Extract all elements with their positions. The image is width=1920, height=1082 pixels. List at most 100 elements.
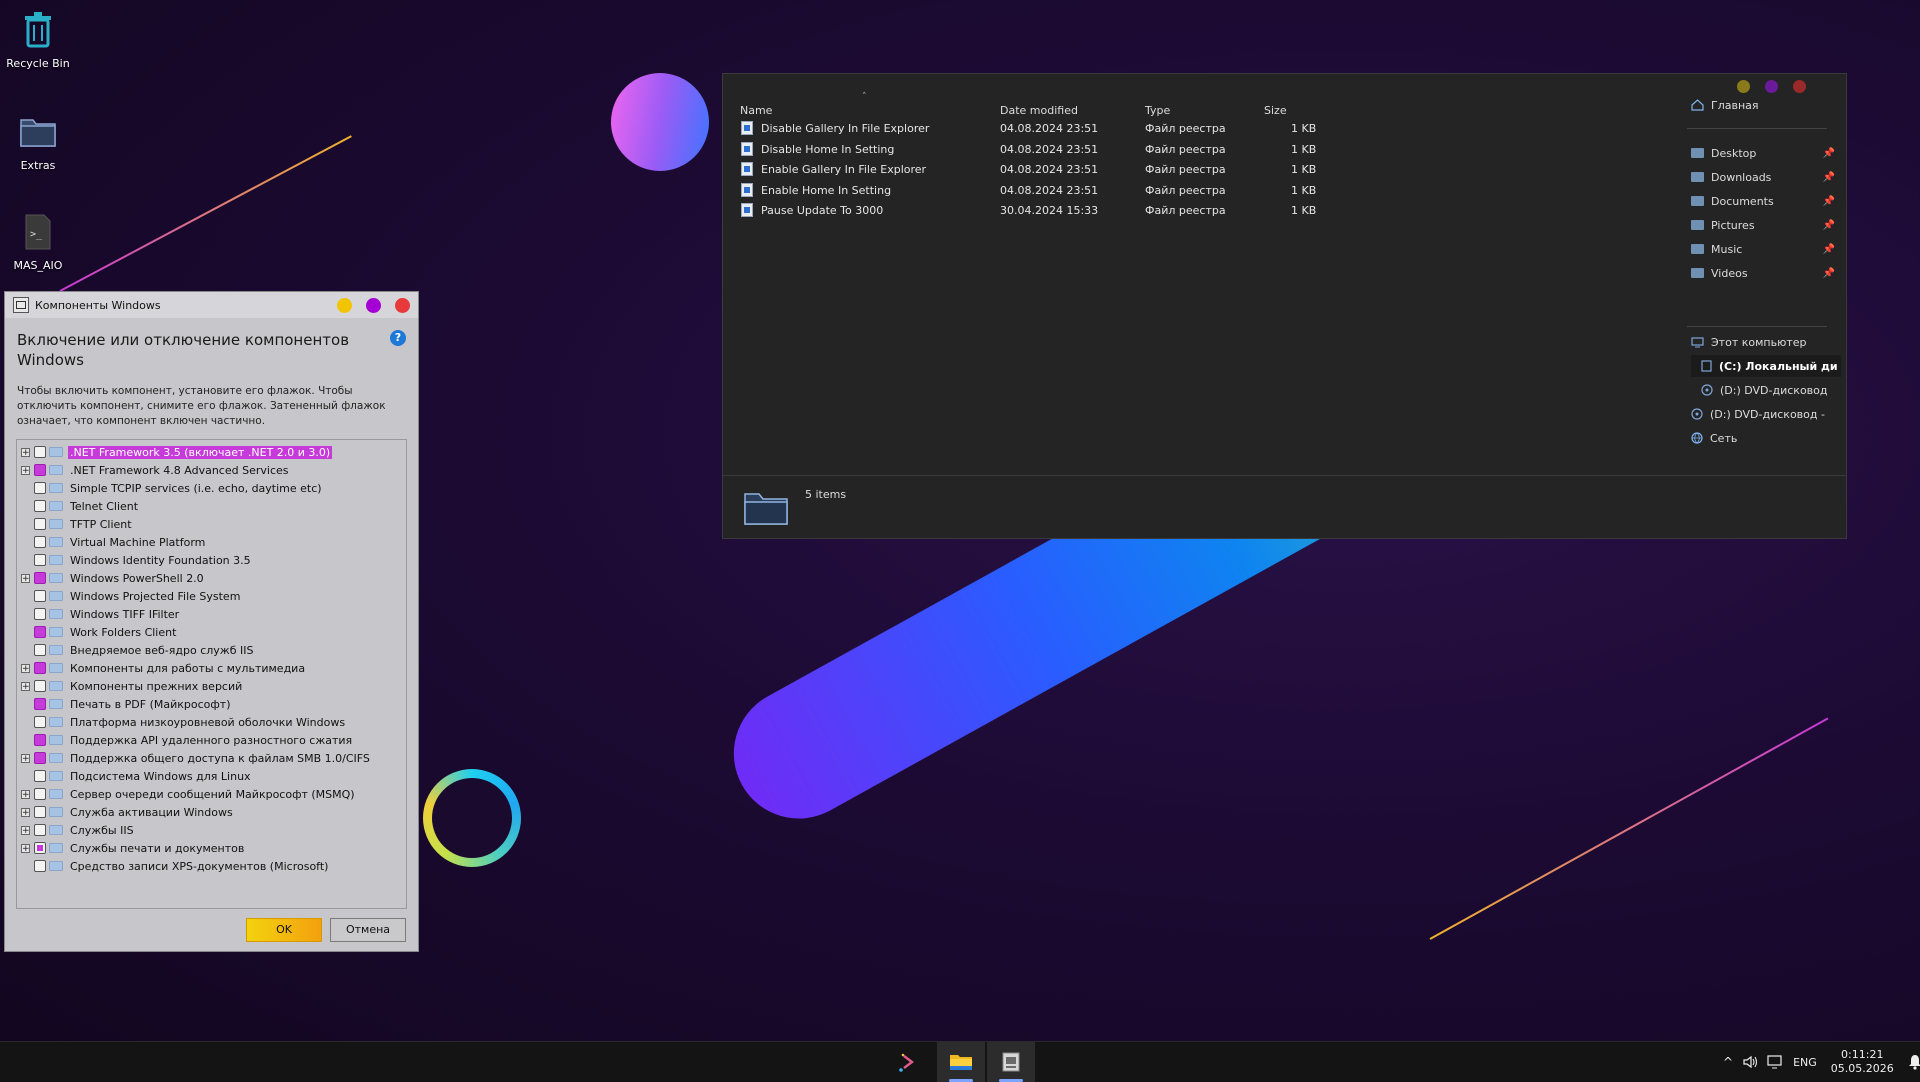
feature-row[interactable]: + Windows PowerShell 2.0 bbox=[17, 569, 406, 587]
feature-tree[interactable]: + .NET Framework 3.5 (включает .NET 2.0 и… bbox=[16, 439, 407, 909]
feature-row[interactable]: Внедряемое веб-ядро служб IIS bbox=[17, 641, 406, 659]
nav-item-music[interactable]: Music 📌 bbox=[1691, 238, 1841, 260]
taskbar-windows-features[interactable] bbox=[987, 1042, 1035, 1082]
feature-checkbox[interactable] bbox=[34, 608, 46, 620]
help-icon[interactable]: ? bbox=[390, 330, 406, 346]
ok-button[interactable]: OK bbox=[246, 918, 322, 942]
feature-row[interactable]: Средство записи XPS-документов (Microsof… bbox=[17, 857, 406, 875]
feature-checkbox[interactable] bbox=[34, 662, 46, 674]
feature-checkbox[interactable] bbox=[34, 716, 46, 728]
volume-icon[interactable] bbox=[1743, 1055, 1759, 1069]
feature-checkbox[interactable] bbox=[34, 644, 46, 656]
input-language[interactable]: ENG bbox=[1793, 1056, 1817, 1069]
file-row[interactable]: Enable Home In Setting 04.08.2024 23:51 Фа… bbox=[741, 180, 1441, 201]
expand-toggle-icon[interactable]: + bbox=[21, 789, 30, 799]
feature-row[interactable]: + Поддержка общего доступа к файлам SMB 1… bbox=[17, 749, 406, 767]
nav-item-dvd-drive[interactable]: (D:) DVD-дисковод - bbox=[1691, 403, 1841, 425]
column-header-type[interactable]: Type bbox=[1145, 104, 1170, 117]
pin-icon[interactable]: 📌 bbox=[1823, 220, 1835, 231]
dialog-titlebar[interactable]: Компоненты Windows bbox=[5, 292, 418, 318]
nav-item-this-pc[interactable]: Этот компьютер bbox=[1691, 331, 1841, 353]
feature-row[interactable]: Windows Identity Foundation 3.5 bbox=[17, 551, 406, 569]
feature-row[interactable]: + .NET Framework 4.8 Advanced Services bbox=[17, 461, 406, 479]
feature-checkbox[interactable] bbox=[34, 752, 46, 764]
feature-row[interactable]: Windows Projected File System bbox=[17, 587, 406, 605]
minimize-button[interactable] bbox=[1737, 80, 1750, 93]
nav-item-videos[interactable]: Videos 📌 bbox=[1691, 262, 1841, 284]
feature-row[interactable]: Simple TCPIP services (i.e. echo, daytim… bbox=[17, 479, 406, 497]
nav-item-home[interactable]: Главная bbox=[1691, 94, 1841, 116]
feature-row[interactable]: + .NET Framework 3.5 (включает .NET 2.0 и… bbox=[17, 443, 406, 461]
feature-row[interactable]: Поддержка API удаленного разностного сжа… bbox=[17, 731, 406, 749]
feature-checkbox[interactable] bbox=[34, 590, 46, 602]
pin-icon[interactable]: 📌 bbox=[1823, 172, 1835, 183]
nav-item-dvd-drive-sub[interactable]: (D:) DVD-дисковод bbox=[1691, 379, 1841, 401]
expand-toggle-icon[interactable]: + bbox=[21, 825, 30, 835]
feature-checkbox[interactable] bbox=[34, 464, 46, 476]
feature-row[interactable]: + Компоненты прежних версий bbox=[17, 677, 406, 695]
feature-checkbox[interactable] bbox=[34, 536, 46, 548]
expand-toggle-icon[interactable]: + bbox=[21, 663, 30, 673]
feature-row[interactable]: Windows TIFF IFilter bbox=[17, 605, 406, 623]
feature-row[interactable]: + Службы печати и документов bbox=[17, 839, 406, 857]
nav-item-desktop[interactable]: Desktop 📌 bbox=[1691, 142, 1841, 164]
expand-toggle-icon[interactable]: + bbox=[21, 807, 30, 817]
feature-checkbox[interactable] bbox=[34, 770, 46, 782]
feature-checkbox[interactable] bbox=[34, 806, 46, 818]
feature-row[interactable]: Virtual Machine Platform bbox=[17, 533, 406, 551]
pin-icon[interactable]: 📌 bbox=[1823, 244, 1835, 255]
network-status-icon[interactable] bbox=[1767, 1055, 1783, 1069]
close-button[interactable] bbox=[395, 297, 410, 313]
expand-toggle-icon[interactable]: + bbox=[21, 465, 30, 475]
desktop-icon-recycle-bin[interactable]: Recycle Bin bbox=[0, 10, 76, 70]
expand-toggle-icon[interactable]: + bbox=[21, 753, 30, 763]
feature-checkbox[interactable] bbox=[34, 446, 46, 458]
start-button[interactable] bbox=[884, 1042, 932, 1082]
desktop-icon-mas-aio[interactable]: >_ MAS_AIO bbox=[0, 212, 76, 272]
feature-row[interactable]: + Служба активации Windows bbox=[17, 803, 406, 821]
nav-item-network[interactable]: Сеть bbox=[1691, 427, 1841, 449]
maximize-button[interactable] bbox=[366, 297, 381, 313]
clock[interactable]: 0:11:21 05.05.2026 bbox=[1831, 1048, 1894, 1076]
notification-bell-icon[interactable] bbox=[1908, 1054, 1920, 1070]
feature-row[interactable]: + Сервер очереди сообщений Майкрософт (MS… bbox=[17, 785, 406, 803]
cancel-button[interactable]: Отмена bbox=[330, 918, 406, 942]
pin-icon[interactable]: 📌 bbox=[1823, 148, 1835, 159]
feature-checkbox[interactable] bbox=[34, 734, 46, 746]
feature-checkbox[interactable] bbox=[34, 482, 46, 494]
feature-checkbox[interactable] bbox=[34, 500, 46, 512]
feature-row[interactable]: Платформа низкоуровневой оболочки Window… bbox=[17, 713, 406, 731]
feature-checkbox[interactable] bbox=[34, 518, 46, 530]
feature-row[interactable]: Печать в PDF (Майкрософт) bbox=[17, 695, 406, 713]
column-header-name[interactable]: Name bbox=[740, 104, 772, 117]
feature-checkbox[interactable] bbox=[34, 572, 46, 584]
expand-toggle-icon[interactable]: + bbox=[21, 447, 30, 457]
feature-checkbox[interactable] bbox=[34, 860, 46, 872]
pin-icon[interactable]: 📌 bbox=[1823, 268, 1835, 279]
taskbar-file-explorer[interactable] bbox=[937, 1042, 985, 1082]
feature-row[interactable]: Подсистема Windows для Linux bbox=[17, 767, 406, 785]
feature-row[interactable]: + Компоненты для работы с мультимедиа bbox=[17, 659, 406, 677]
feature-row[interactable]: Telnet Client bbox=[17, 497, 406, 515]
feature-checkbox[interactable] bbox=[34, 788, 46, 800]
nav-item-documents[interactable]: Documents 📌 bbox=[1691, 190, 1841, 212]
maximize-button[interactable] bbox=[1765, 80, 1778, 93]
desktop-icon-extras[interactable]: Extras bbox=[0, 112, 76, 172]
pin-icon[interactable]: 📌 bbox=[1823, 196, 1835, 207]
nav-item-downloads[interactable]: Downloads 📌 bbox=[1691, 166, 1841, 188]
minimize-button[interactable] bbox=[337, 297, 352, 313]
close-button[interactable] bbox=[1793, 80, 1806, 93]
column-header-size[interactable]: Size bbox=[1264, 104, 1287, 117]
nav-item-drive-c[interactable]: (C:) Локальный ди bbox=[1691, 355, 1841, 377]
file-row[interactable]: Disable Home In Setting 04.08.2024 23:51 Ф… bbox=[741, 139, 1441, 160]
feature-row[interactable]: TFTP Client bbox=[17, 515, 406, 533]
feature-checkbox[interactable] bbox=[34, 698, 46, 710]
nav-item-pictures[interactable]: Pictures 📌 bbox=[1691, 214, 1841, 236]
feature-checkbox[interactable] bbox=[34, 554, 46, 566]
file-row[interactable]: Enable Gallery In File Explorer 04.08.202… bbox=[741, 159, 1441, 180]
file-row[interactable]: Disable Gallery In File Explorer 04.08.20… bbox=[741, 118, 1441, 139]
tray-overflow-chevron-icon[interactable]: ^ bbox=[1723, 1055, 1733, 1069]
feature-checkbox[interactable] bbox=[34, 842, 46, 854]
feature-checkbox[interactable] bbox=[34, 626, 46, 638]
feature-checkbox[interactable] bbox=[34, 680, 46, 692]
